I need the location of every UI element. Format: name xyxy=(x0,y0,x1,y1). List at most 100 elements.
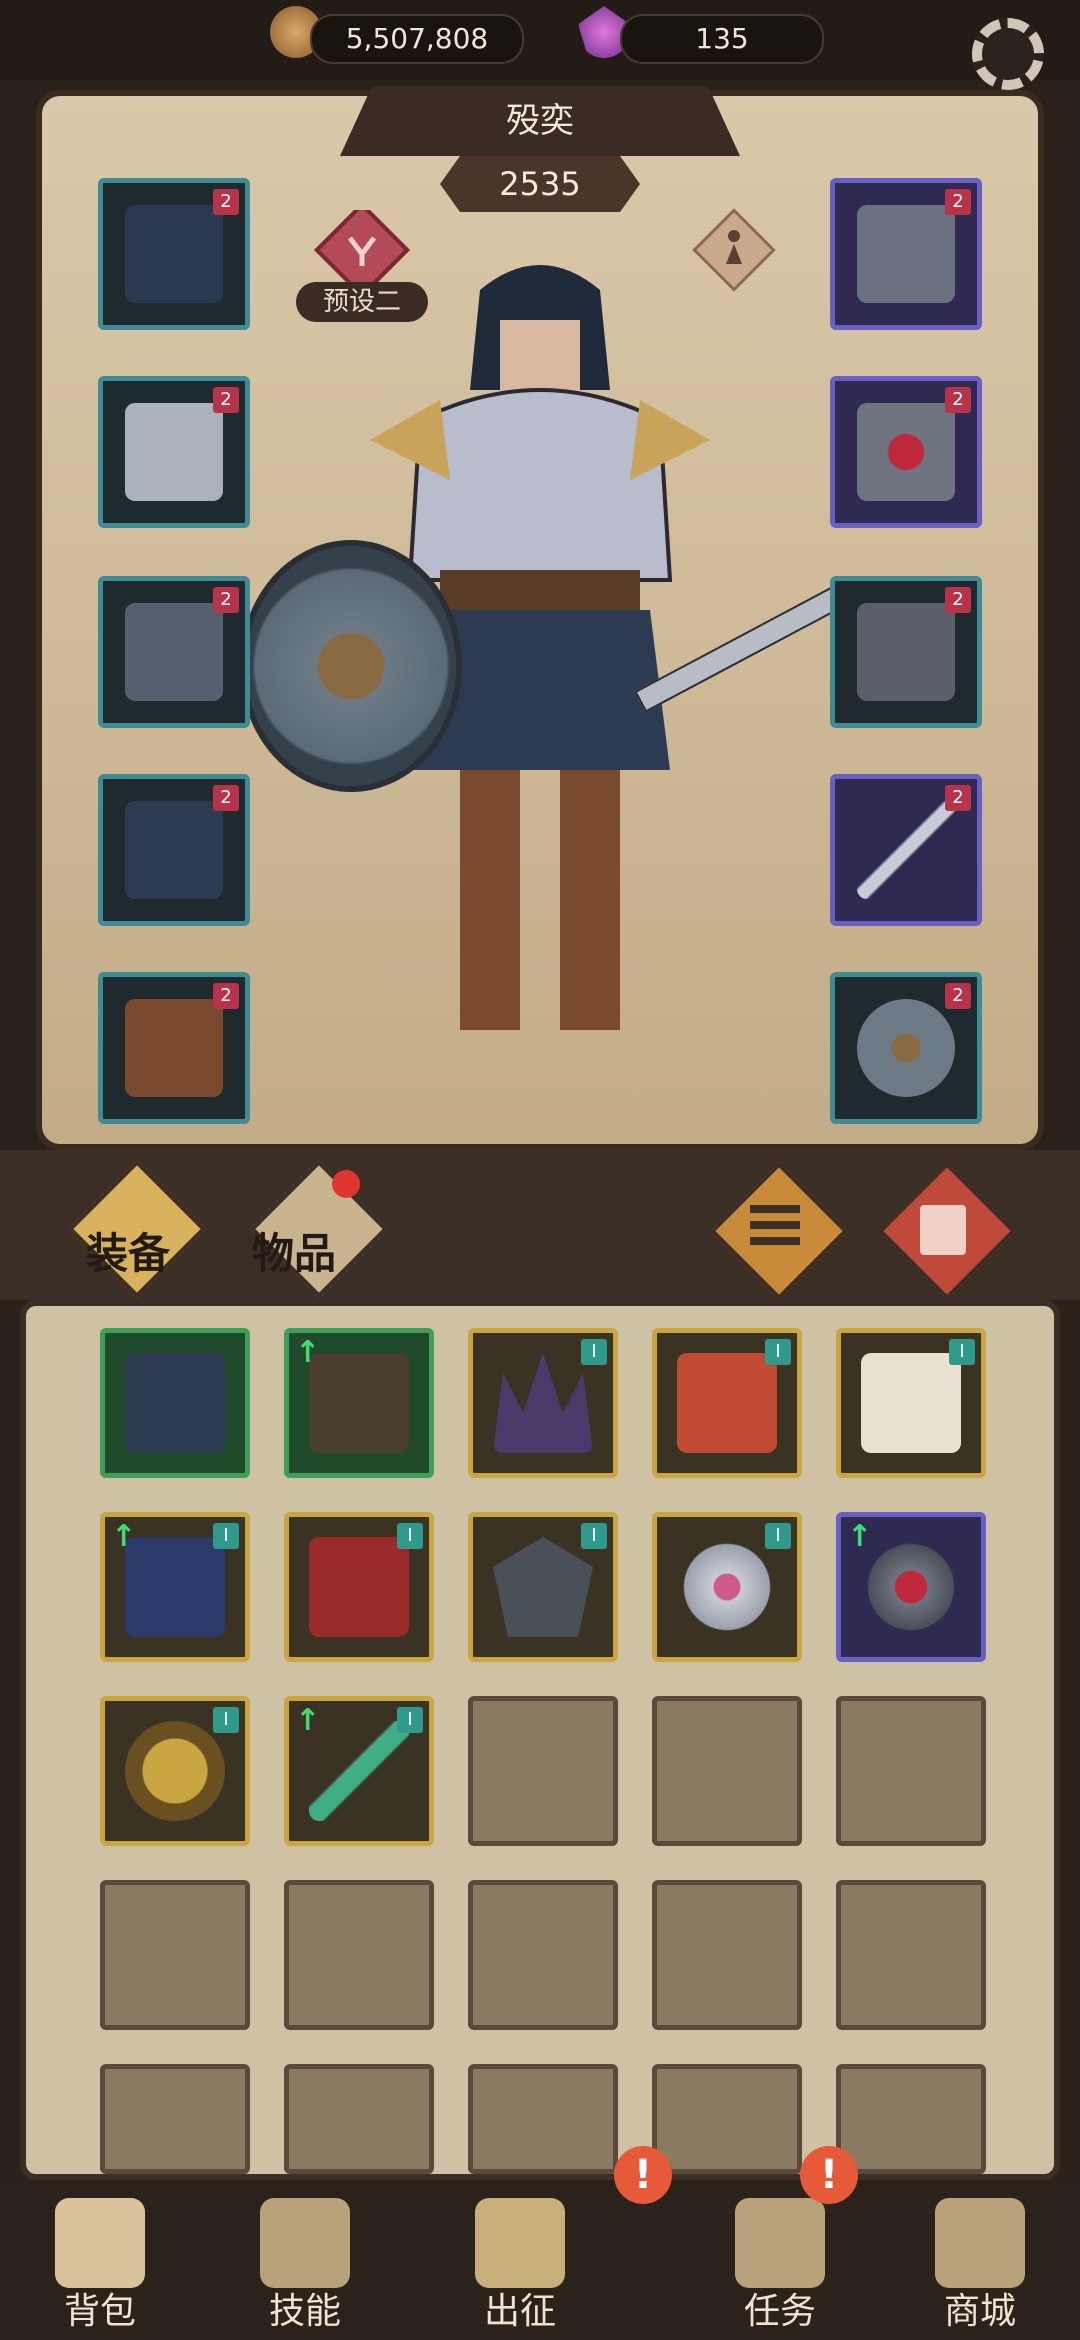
slot-level: 2 xyxy=(945,983,971,1009)
tab-equipment[interactable]: 装备 xyxy=(86,1220,170,1281)
slot-level: 2 xyxy=(945,785,971,811)
quality-badge: I xyxy=(581,1523,607,1549)
inventory-slot-empty[interactable] xyxy=(468,1880,618,2030)
inventory-slot[interactable]: ↑ xyxy=(836,1512,986,1662)
inventory-slot-empty[interactable] xyxy=(468,1696,618,1846)
quest-alert-icon: ! xyxy=(800,2146,858,2204)
quest-icon xyxy=(735,2198,825,2288)
trash-can xyxy=(920,1205,966,1255)
inventory-slot-empty[interactable] xyxy=(468,2064,618,2174)
hero-power: 2535 xyxy=(440,156,640,212)
equip-slot-weapon[interactable]: 2 xyxy=(830,774,982,926)
inventory-slot[interactable]: I xyxy=(652,1512,802,1662)
silver-ring-icon xyxy=(677,1537,777,1637)
bracer-icon xyxy=(125,1353,225,1453)
equip-slot-ring-2[interactable]: 2 xyxy=(830,576,982,728)
equip-slot-legs[interactable]: 2 xyxy=(98,774,250,926)
inventory-slot[interactable]: I xyxy=(652,1328,802,1478)
shield-art xyxy=(240,540,462,792)
nav-expedition[interactable]: 出征 xyxy=(420,2180,620,2340)
inventory-slot-empty[interactable] xyxy=(652,2064,802,2174)
nav-skills[interactable]: 技能 xyxy=(205,2180,405,2340)
amulet-icon xyxy=(857,205,955,303)
quality-badge: I xyxy=(397,1523,423,1549)
nav-label: 任务 xyxy=(743,2291,816,2332)
ring-icon xyxy=(861,1537,961,1637)
inventory-slot[interactable]: ↑ xyxy=(284,1328,434,1478)
inventory-slot[interactable] xyxy=(100,1328,250,1478)
inventory-slot[interactable]: ↑ I xyxy=(100,1512,250,1662)
chain-ring-icon xyxy=(857,603,955,701)
gem-counter: 135 xyxy=(620,14,824,64)
inventory-slot[interactable]: I xyxy=(284,1512,434,1662)
fur-glove-icon xyxy=(861,1353,961,1453)
inventory-slot[interactable]: ↑ I xyxy=(284,1696,434,1846)
upgrade-arrow-icon: ↑ xyxy=(295,1703,321,1738)
quality-badge: I xyxy=(581,1339,607,1365)
inventory-slot-empty[interactable] xyxy=(836,1696,986,1846)
pauldron-icon xyxy=(125,403,223,501)
inventory-slot-empty[interactable] xyxy=(100,2064,250,2174)
quality-badge: I xyxy=(213,1523,239,1549)
skill-book-icon xyxy=(260,2198,350,2288)
equip-slot-shoulder[interactable]: 2 xyxy=(98,376,250,528)
pants-icon xyxy=(125,1537,225,1637)
equip-slot-offhand[interactable]: 2 xyxy=(830,972,982,1124)
nav-label: 背包 xyxy=(63,2291,136,2332)
nav-label: 技能 xyxy=(268,2291,341,2332)
quality-badge: I xyxy=(213,1707,239,1733)
inventory-slot-empty[interactable] xyxy=(836,2064,986,2174)
gauntlet-icon xyxy=(125,603,223,701)
slot-level: 2 xyxy=(945,387,971,413)
expedition-icon xyxy=(475,2198,565,2288)
quality-badge: I xyxy=(765,1339,791,1365)
inventory-slot-empty[interactable] xyxy=(652,1696,802,1846)
inventory-grid: ↑ I I I ↑ I I I I ↑ I ↑ I xyxy=(20,1300,1060,2180)
ring-icon xyxy=(857,403,955,501)
slot-level: 2 xyxy=(213,587,239,613)
crown-icon xyxy=(493,1353,593,1453)
equip-slot-hands[interactable]: 2 xyxy=(98,576,250,728)
shop-icon xyxy=(935,2198,1025,2288)
inventory-slot-empty[interactable] xyxy=(100,1880,250,2030)
backpack-icon xyxy=(55,2198,145,2288)
inventory-slot[interactable]: I xyxy=(836,1328,986,1478)
upgrade-arrow-icon: ↑ xyxy=(111,1519,137,1554)
quality-badge: I xyxy=(949,1339,975,1365)
new-items-dot xyxy=(332,1170,360,1198)
slot-level: 2 xyxy=(213,983,239,1009)
quality-badge: I xyxy=(765,1523,791,1549)
slot-level: 2 xyxy=(213,387,239,413)
inventory-slot-empty[interactable] xyxy=(284,2064,434,2174)
inventory-slot[interactable]: I xyxy=(100,1696,250,1846)
red-boots-icon xyxy=(309,1537,409,1637)
shield-icon xyxy=(857,999,955,1097)
lion-amulet-icon xyxy=(125,1721,225,1821)
inventory-slot-empty[interactable] xyxy=(836,1880,986,2030)
slot-level: 2 xyxy=(213,785,239,811)
skirt-armor-icon xyxy=(125,801,223,899)
inventory-slot[interactable]: I xyxy=(468,1512,618,1662)
settings-gear-icon[interactable] xyxy=(972,18,1044,90)
equip-slot-head[interactable]: 2 xyxy=(98,178,250,330)
expedition-alert-icon: ! xyxy=(614,2146,672,2204)
tab-items[interactable]: 物品 xyxy=(252,1220,336,1281)
nav-backpack[interactable]: 背包 xyxy=(0,2180,200,2340)
upgrade-arrow-icon: ↑ xyxy=(847,1519,873,1554)
bottom-navigation: 背包 技能 出征 ! 任务 ! 商城 xyxy=(0,2146,1080,2340)
slot-level: 2 xyxy=(213,189,239,215)
equip-slot-ring-1[interactable]: 2 xyxy=(830,376,982,528)
inventory-slot-empty[interactable] xyxy=(284,1880,434,2030)
boots-icon xyxy=(309,1353,409,1453)
equip-slot-feet[interactable]: 2 xyxy=(98,972,250,1124)
slot-level: 2 xyxy=(945,587,971,613)
nav-shop[interactable]: 商城 xyxy=(880,2180,1080,2340)
hood-icon xyxy=(125,205,223,303)
slot-level: 2 xyxy=(945,189,971,215)
equip-slot-neck[interactable]: 2 xyxy=(830,178,982,330)
nav-quests[interactable]: 任务 xyxy=(680,2180,880,2340)
upgrade-arrow-icon: ↑ xyxy=(295,1335,321,1370)
hero-name: 殁奕 xyxy=(340,86,740,156)
inventory-slot[interactable]: I xyxy=(468,1328,618,1478)
inventory-slot-empty[interactable] xyxy=(652,1880,802,2030)
